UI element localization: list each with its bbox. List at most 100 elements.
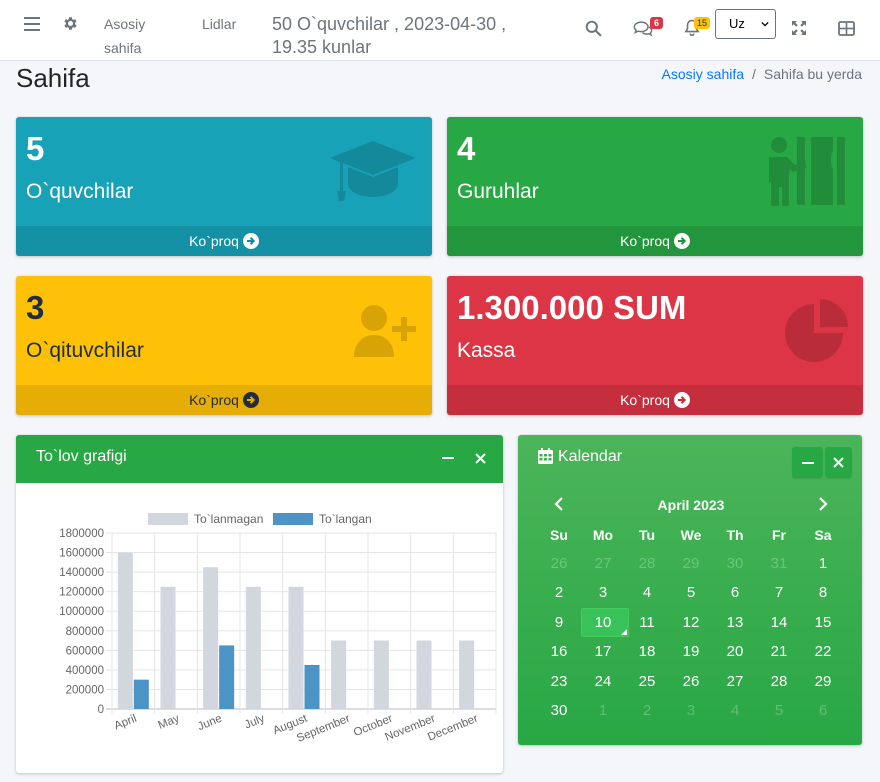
calendar-day[interactable]: 1 — [581, 696, 625, 725]
calendar-day[interactable]: 3 — [581, 578, 625, 607]
calendar-day[interactable]: 2 — [537, 578, 581, 607]
calendar-grid: Su Mo Tu We Th Fr Sa 26 27 28 29 30 31 1 2 3 4 5 6 7 8 9 10 11 1… — [537, 521, 845, 725]
calendar-day[interactable]: 29 — [669, 549, 713, 578]
more-info-label: Ko`proq — [620, 392, 670, 408]
stat-label: O`quvchilar — [26, 180, 134, 203]
more-info-link[interactable]: Ko`proq — [447, 385, 863, 415]
more-info-link[interactable]: Ko`proq — [16, 226, 432, 256]
bars-icon[interactable] — [22, 14, 42, 34]
calendar-day[interactable]: 9 — [537, 608, 581, 637]
grid-icon[interactable] — [836, 18, 856, 38]
calendar-day[interactable]: 8 — [801, 578, 845, 607]
breadcrumb-current: Sahifa bu yerda — [763, 66, 862, 82]
y-tick-label: 800000 — [66, 626, 104, 638]
bar-unpaid — [203, 567, 219, 709]
calendar-day[interactable]: 26 — [537, 549, 581, 578]
calendar-day[interactable]: 23 — [537, 667, 581, 696]
weekday-header: Th — [726, 527, 744, 543]
calendar-day[interactable]: 4 — [625, 578, 669, 607]
chart-pie-icon — [785, 299, 848, 362]
page-title: Sahifa — [16, 63, 90, 93]
x-tick-label: June — [196, 713, 224, 733]
arrow-circle-right-icon — [673, 233, 690, 249]
top-navbar: Asosiy sahifa Lidlar 50 O`quvchilar , 20… — [0, 0, 880, 61]
calendar-day[interactable]: 4 — [713, 696, 757, 725]
calendar-day[interactable]: 12 — [669, 608, 713, 637]
groups-stat-box: 4 Guruhlar Ko`proq — [447, 117, 863, 256]
gear-icon[interactable] — [60, 13, 80, 33]
weekday-header: We — [680, 527, 702, 543]
calendar-day[interactable]: 19 — [669, 637, 713, 666]
more-info-link[interactable]: Ko`proq — [16, 385, 432, 415]
breadcrumb-separator: / — [752, 66, 756, 82]
cash-stat-box: 1.300.000 SUM Kassa Ko`proq — [447, 276, 863, 415]
breadcrumb-home-link[interactable]: Asosiy sahifa — [662, 66, 744, 82]
more-info-link[interactable]: Ko`proq — [447, 226, 863, 256]
calendar-month-label[interactable]: April 2023 — [636, 496, 746, 514]
chevron-down-icon — [761, 21, 769, 27]
expand-icon[interactable] — [789, 18, 809, 38]
messages-badge: 6 — [650, 17, 663, 29]
calendar-day[interactable]: 5 — [669, 578, 713, 607]
y-tick-label: 1800000 — [59, 528, 104, 540]
calendar-day[interactable]: 6 — [801, 696, 845, 725]
chalkboard-teacher-icon — [769, 137, 845, 206]
calendar-day-number: 10 — [594, 613, 612, 631]
calendar-day[interactable]: 27 — [713, 667, 757, 696]
bar-unpaid — [117, 552, 133, 709]
calendar-day[interactable]: 30 — [537, 696, 581, 725]
next-month-button[interactable] — [813, 495, 833, 513]
card-title: To`lov grafigi — [36, 448, 127, 465]
calendar-day[interactable]: 28 — [757, 667, 801, 696]
calendar-day[interactable]: 16 — [537, 637, 581, 666]
prev-month-button[interactable] — [549, 495, 569, 513]
chevron-left-icon — [554, 497, 563, 511]
calendar-day[interactable]: 1 — [801, 549, 845, 578]
y-tick-label: 400000 — [66, 665, 104, 677]
calendar-day[interactable]: 31 — [757, 549, 801, 578]
chevron-right-icon — [819, 497, 828, 511]
calendar-day-today[interactable]: 10 — [581, 607, 629, 637]
user-plus-icon — [354, 305, 416, 357]
y-tick-label: 200000 — [66, 684, 104, 696]
students-stat-box: 5 O`quvchilar Ko`proq — [16, 117, 432, 256]
y-tick-label: 600000 — [66, 645, 104, 657]
minimize-button[interactable] — [437, 447, 459, 469]
breadcrumb: Asosiy sahifa / Sahifa bu yerda — [662, 65, 862, 83]
calendar-day[interactable]: 11 — [625, 608, 669, 637]
calendar-day[interactable]: 29 — [801, 667, 845, 696]
calendar-day[interactable]: 3 — [669, 696, 713, 725]
close-button[interactable] — [469, 447, 491, 469]
calendar-day[interactable]: 28 — [625, 549, 669, 578]
calendar-day[interactable]: 26 — [669, 667, 713, 696]
calendar-day[interactable]: 15 — [801, 608, 845, 637]
calendar-day[interactable]: 24 — [581, 667, 625, 696]
bar-unpaid — [373, 640, 389, 709]
calendar-day[interactable]: 6 — [713, 578, 757, 607]
minimize-button[interactable] — [792, 447, 823, 478]
nav-leads-link[interactable]: Lidlar — [202, 12, 236, 36]
search-icon[interactable] — [583, 18, 603, 38]
calendar-day[interactable]: 5 — [757, 696, 801, 725]
calendar-day[interactable]: 13 — [713, 608, 757, 637]
calendar-day[interactable]: 22 — [801, 637, 845, 666]
calendar-day[interactable]: 14 — [757, 608, 801, 637]
calendar-day[interactable]: 21 — [757, 637, 801, 666]
stat-value: 3 — [26, 289, 45, 326]
bar-unpaid — [160, 586, 176, 709]
stat-value: 5 — [26, 130, 45, 167]
calendar-day[interactable]: 7 — [757, 578, 801, 607]
calendar-day[interactable]: 17 — [581, 637, 625, 666]
calendar-day[interactable]: 30 — [713, 549, 757, 578]
calendar-day[interactable]: 25 — [625, 667, 669, 696]
y-tick-label: 1000000 — [59, 606, 104, 618]
close-button[interactable] — [825, 447, 852, 478]
language-select[interactable]: Uz — [715, 9, 776, 39]
nav-home-link[interactable]: Asosiy sahifa — [104, 12, 164, 60]
calendar-day[interactable]: 2 — [625, 696, 669, 725]
calendar-day[interactable]: 18 — [625, 637, 669, 666]
calendar-day[interactable]: 27 — [581, 549, 625, 578]
arrow-circle-right-icon — [673, 392, 690, 408]
calendar-day[interactable]: 20 — [713, 637, 757, 666]
arrow-circle-right-icon — [242, 392, 259, 408]
